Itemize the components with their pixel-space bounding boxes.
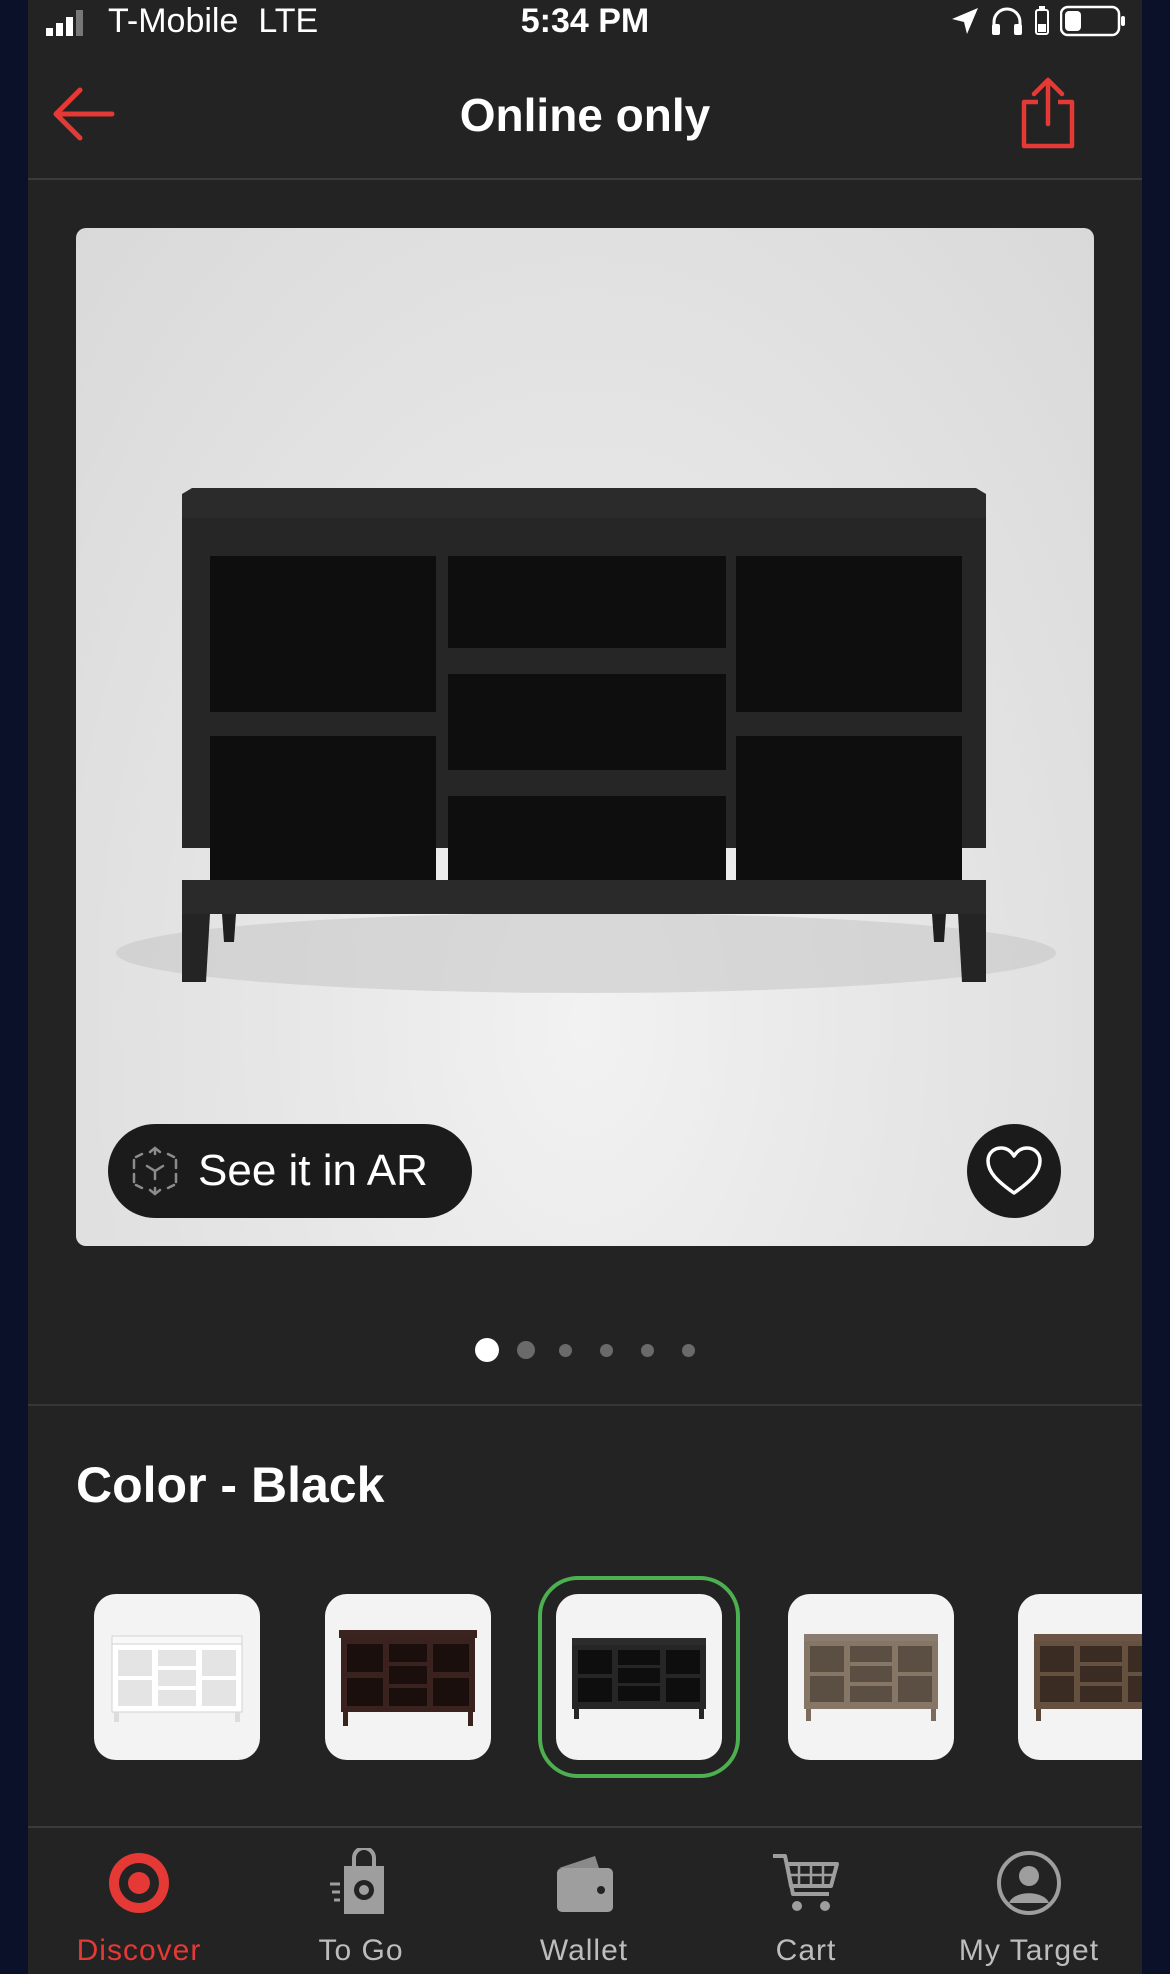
nav-label: Wallet xyxy=(539,1934,629,1967)
carousel-dot[interactable] xyxy=(517,1341,535,1359)
nav-item-to-go[interactable]: To Go xyxy=(250,1828,472,1974)
headphones-icon xyxy=(992,7,1022,35)
product-image[interactable]: See it in AR xyxy=(76,228,1094,1246)
color-swatch-gray-wash[interactable] xyxy=(788,1594,954,1760)
nav-label: My Target xyxy=(958,1934,1100,1967)
nav-label: To Go xyxy=(318,1934,404,1967)
ar-cube-icon xyxy=(132,1146,178,1196)
carousel-page-indicator xyxy=(28,1338,1142,1362)
location-arrow-icon xyxy=(952,8,978,34)
wallet-icon xyxy=(557,1856,613,1912)
carousel-dot[interactable] xyxy=(641,1343,654,1357)
status-icons xyxy=(950,4,1126,38)
nav-label: Cart xyxy=(775,1934,837,1967)
battery-icon xyxy=(1060,5,1125,37)
carousel-dot-active[interactable] xyxy=(475,1338,499,1362)
carousel-dot[interactable] xyxy=(559,1343,572,1357)
color-swatch-black[interactable] xyxy=(538,1576,740,1778)
battery-charging-small-icon xyxy=(1035,6,1049,35)
color-title: Color - Black xyxy=(76,1457,385,1513)
nav-item-discover[interactable]: Discover xyxy=(28,1828,250,1974)
carousel-dot[interactable] xyxy=(682,1343,695,1357)
share-icon[interactable] xyxy=(1018,76,1078,150)
color-swatch-white[interactable] xyxy=(94,1594,260,1760)
status-bar: T-Mobile LTE 5:34 PM xyxy=(28,0,1142,44)
bottom-navigation: Discover To Go Wallet Cart My Target xyxy=(28,1826,1142,1974)
top-app-bar: Online only xyxy=(28,60,1142,180)
target-icon xyxy=(109,1853,169,1913)
nav-item-my-target[interactable]: My Target xyxy=(918,1828,1140,1974)
nav-item-cart[interactable]: Cart xyxy=(695,1828,917,1974)
app-screen: T-Mobile LTE 5:34 PM Online only See it … xyxy=(28,0,1142,1974)
see-in-ar-button[interactable]: See it in AR xyxy=(108,1124,472,1218)
color-swatch-brown-wash[interactable] xyxy=(1018,1594,1142,1760)
user-icon xyxy=(997,1851,1061,1915)
cart-icon xyxy=(773,1854,839,1911)
color-swatch-list xyxy=(28,1576,1142,1778)
section-divider xyxy=(28,1404,1142,1406)
nav-label: Discover xyxy=(76,1934,202,1967)
favorite-button[interactable] xyxy=(967,1124,1061,1218)
nav-item-wallet[interactable]: Wallet xyxy=(473,1828,695,1974)
color-swatch-espresso[interactable] xyxy=(325,1594,491,1760)
see-in-ar-label: See it in AR xyxy=(198,1146,428,1195)
page-title: Online only xyxy=(459,89,711,141)
to-go-bag-icon xyxy=(330,1848,384,1914)
carousel-dot[interactable] xyxy=(600,1343,613,1357)
tv-console-image xyxy=(116,488,1056,993)
heart-icon xyxy=(986,1146,1042,1195)
